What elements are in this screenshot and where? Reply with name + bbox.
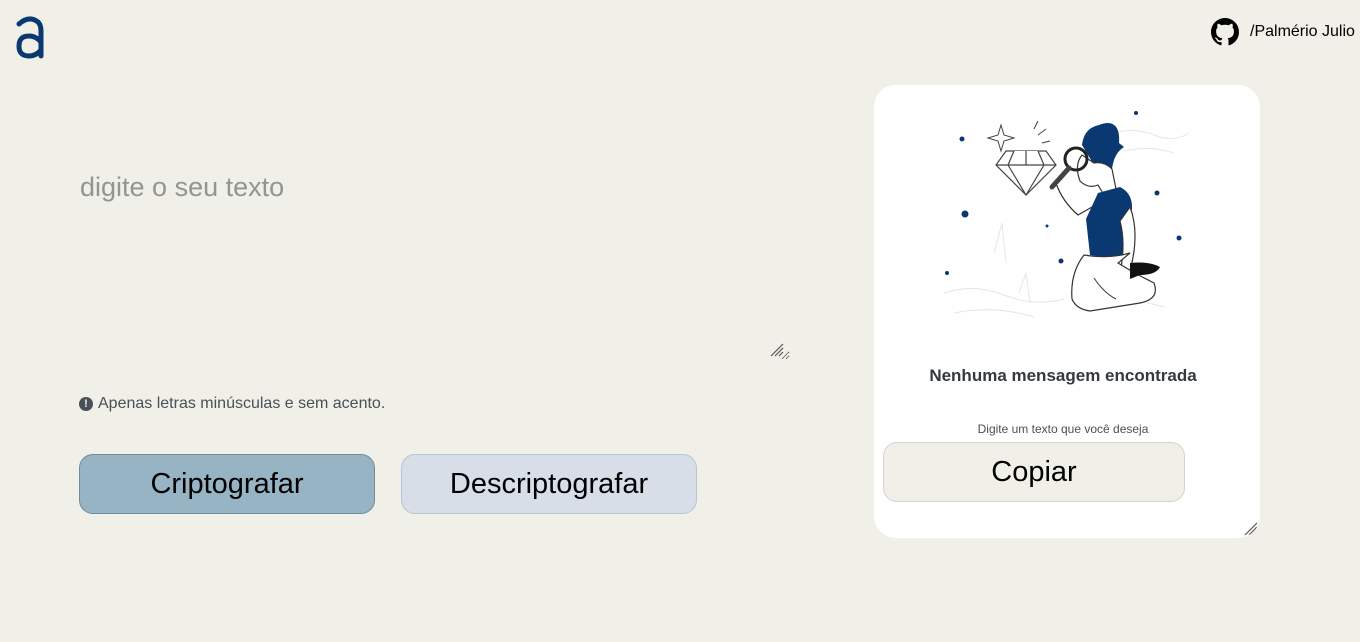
copy-button[interactable]: Copiar bbox=[883, 442, 1185, 502]
decrypt-button[interactable]: Descriptografar bbox=[401, 454, 697, 514]
empty-state-title: Nenhuma mensagem encontrada bbox=[929, 366, 1197, 385]
hint-text: Apenas letras minúsculas e sem acento. bbox=[98, 395, 386, 412]
empty-state-subtitle: Digite um texto que você deseja bbox=[977, 422, 1149, 436]
result-panel: Nenhuma mensagem encontrada Digite um te… bbox=[874, 85, 1260, 538]
page: /Palmério Julio ! Apenas letras minúscul… bbox=[0, 0, 1360, 642]
input-hint: ! Apenas letras minúsculas e sem acento. bbox=[79, 395, 385, 413]
github-link-label: /Palmério Julio bbox=[1250, 23, 1355, 40]
panel-resize-grip-icon[interactable] bbox=[1244, 522, 1258, 536]
search-illustration-icon bbox=[943, 111, 1190, 318]
github-icon bbox=[1211, 18, 1239, 46]
github-link[interactable]: /Palmério Julio bbox=[1211, 18, 1355, 46]
logo-icon[interactable] bbox=[14, 14, 44, 60]
encrypt-button[interactable]: Criptografar bbox=[79, 454, 375, 514]
text-input[interactable] bbox=[78, 160, 790, 360]
resize-grip-icon[interactable] bbox=[770, 343, 784, 357]
exclamation-circle-icon: ! bbox=[79, 397, 93, 411]
